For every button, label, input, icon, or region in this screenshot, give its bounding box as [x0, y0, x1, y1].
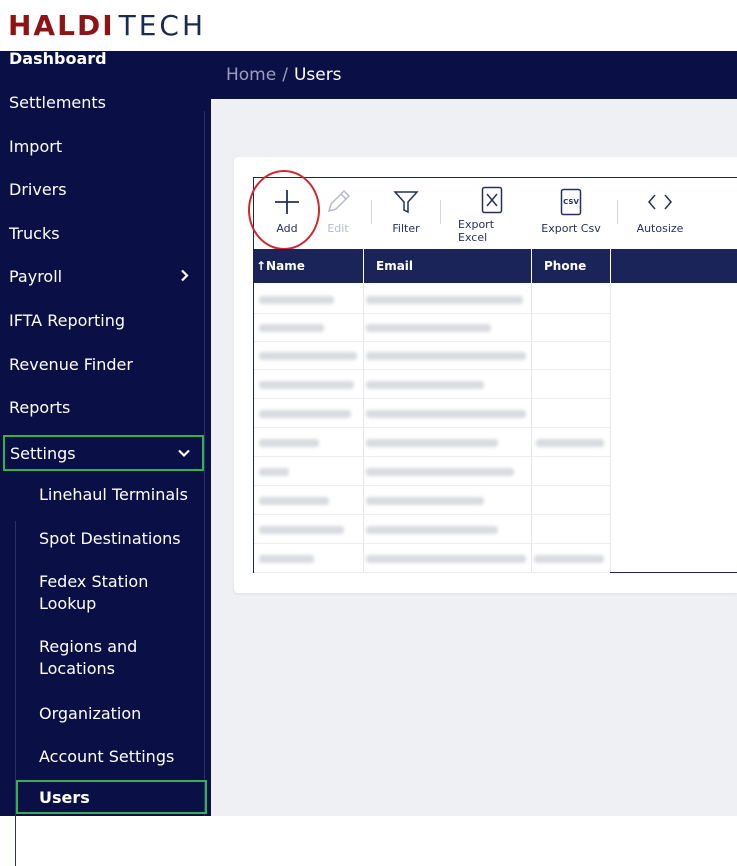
sidebar-item-ifta-reporting[interactable]: IFTA Reporting — [0, 300, 205, 340]
haldi-tech-logo: HALDI TECH — [8, 8, 206, 42]
email-cell — [366, 555, 526, 563]
excel-file-icon — [481, 186, 503, 214]
pencil-icon — [324, 186, 352, 218]
table-row[interactable] — [254, 313, 610, 342]
name-cell — [259, 526, 344, 534]
email-cell — [366, 439, 498, 447]
table-row[interactable] — [254, 486, 610, 515]
sidebar-item-settings[interactable]: Settings — [3, 435, 204, 471]
filter-button[interactable]: Filter — [388, 186, 424, 236]
export-excel-button-label: Export Excel — [458, 218, 495, 244]
sidebar-item-fedex-station-lookup[interactable]: Fedex Station Lookup — [0, 568, 185, 618]
sidebar-item-reports[interactable]: Reports — [0, 387, 205, 427]
export-excel-button[interactable]: Export Excel — [458, 186, 526, 244]
edit-button[interactable]: Edit — [321, 186, 355, 236]
sidebar-item-label: Payroll — [9, 266, 63, 286]
highlight-circle-annotation — [248, 170, 320, 250]
sidebar-item-dashboard[interactable]: Dashboard — [0, 45, 205, 71]
edit-button-label: Edit — [327, 222, 349, 235]
table-row[interactable] — [254, 341, 610, 370]
breadcrumb: Home / Users — [226, 65, 342, 85]
column-divider — [610, 283, 611, 572]
sidebar-item-organization[interactable]: Organization — [0, 693, 205, 733]
sidebar-item-import[interactable]: Import — [0, 126, 205, 166]
autosize-button[interactable]: Autosize — [634, 186, 686, 236]
breadcrumb-home-link[interactable]: Home — [226, 65, 276, 85]
sidebar-item-settlements[interactable]: Settlements — [0, 82, 205, 122]
name-cell — [259, 555, 314, 563]
email-cell — [366, 381, 484, 389]
email-cell — [366, 324, 491, 332]
export-csv-button[interactable]: CSV Export Csv — [541, 186, 601, 236]
sidebar-item-regions-and-locations[interactable]: Regions and Locations — [0, 633, 185, 683]
breadcrumb-separator: / — [282, 65, 288, 85]
sidebar-item-revenue-finder[interactable]: Revenue Finder — [0, 344, 205, 384]
name-cell — [259, 352, 357, 360]
sidebar-item-account-settings[interactable]: Account Settings — [0, 736, 205, 776]
name-cell — [259, 381, 354, 389]
table-row[interactable] — [254, 544, 610, 573]
toolbar-divider — [440, 200, 441, 224]
email-cell — [366, 352, 526, 360]
phone-cell — [536, 439, 604, 447]
chevron-down-icon — [178, 444, 190, 463]
phone-cell — [534, 555, 604, 563]
sidebar-item-drivers[interactable]: Drivers — [0, 169, 205, 209]
sidebar-item-users[interactable]: Users — [16, 780, 207, 814]
sidebar-item-trucks[interactable]: Trucks — [0, 213, 205, 253]
name-cell — [259, 497, 329, 505]
column-header-phone[interactable]: Phone — [532, 249, 611, 283]
table-row[interactable] — [254, 285, 610, 314]
table-row[interactable] — [254, 515, 610, 544]
table-row[interactable] — [254, 370, 610, 399]
filter-button-label: Filter — [392, 222, 420, 235]
csv-file-icon: CSV — [560, 186, 582, 218]
column-header-filler — [611, 249, 737, 283]
sidebar-item-payroll[interactable]: Payroll — [0, 256, 205, 296]
csv-icon-text: CSV — [563, 198, 579, 206]
toolbar-divider — [617, 200, 618, 224]
sidebar-item-spot-destinations[interactable]: Spot Destinations — [0, 518, 205, 558]
chevron-right-icon — [180, 267, 190, 286]
email-cell — [366, 468, 514, 476]
email-cell — [366, 296, 523, 304]
name-cell — [259, 439, 319, 447]
logo-part-tech: TECH — [118, 8, 207, 42]
sidebar-item-label: Settings — [10, 443, 76, 463]
logo-part-haldi: HALDI — [8, 8, 115, 42]
email-cell — [366, 497, 484, 505]
code-brackets-icon — [647, 186, 673, 218]
column-header-email[interactable]: Email — [364, 249, 532, 283]
top-header: Home / Users — [211, 51, 737, 99]
name-cell — [259, 296, 334, 304]
name-cell — [259, 324, 324, 332]
name-cell — [259, 468, 289, 476]
name-cell — [259, 410, 351, 418]
breadcrumb-current: Users — [293, 65, 342, 85]
toolbar-divider — [371, 200, 372, 224]
filter-icon — [393, 186, 419, 218]
table-row[interactable] — [254, 428, 610, 457]
email-cell — [366, 526, 498, 534]
table-row[interactable] — [254, 399, 610, 428]
export-csv-button-label: Export Csv — [541, 222, 601, 235]
column-header-name[interactable]: ↑Name — [254, 249, 364, 283]
table-header: ↑Name Email Phone — [254, 249, 737, 283]
sidebar: Dashboard Settlements Import Drivers Tru… — [0, 49, 211, 866]
sidebar-item-linehaul-terminals[interactable]: Linehaul Terminals — [0, 474, 205, 514]
email-cell — [366, 410, 526, 418]
autosize-button-label: Autosize — [636, 222, 684, 235]
table-row[interactable] — [254, 457, 610, 486]
